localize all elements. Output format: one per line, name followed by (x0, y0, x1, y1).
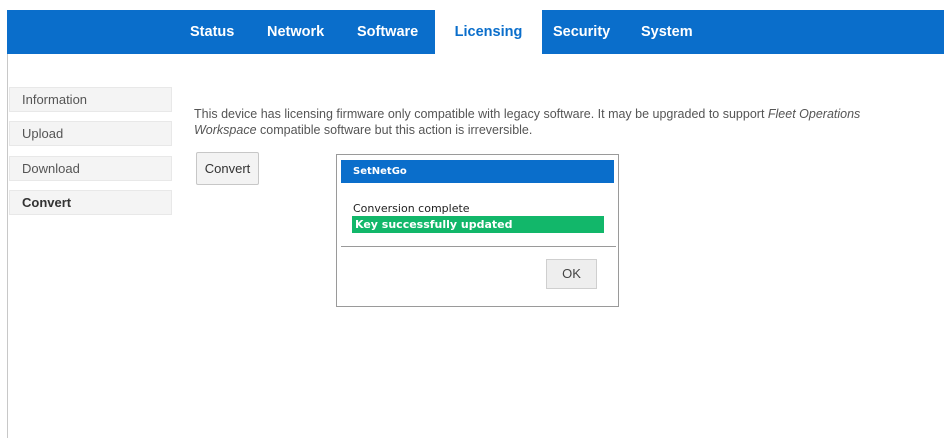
dialog-message: Conversion complete (353, 202, 470, 215)
tab-licensing[interactable]: Licensing (435, 10, 542, 54)
tab-security[interactable]: Security (553, 10, 610, 54)
dialog-status-banner: Key successfully updated (352, 216, 604, 233)
tab-system[interactable]: System (641, 10, 693, 54)
tab-status[interactable]: Status (190, 10, 234, 54)
tab-software[interactable]: Software (357, 10, 418, 54)
description-text-2: compatible software but this action is i… (256, 123, 533, 137)
sidebar-item-upload[interactable]: Upload (9, 121, 172, 146)
top-nav-bar: Status Network Software Licensing Securi… (7, 10, 944, 54)
dialog-title: SetNetGo (341, 160, 614, 183)
sidebar-item-convert[interactable]: Convert (9, 190, 172, 215)
tab-network[interactable]: Network (267, 10, 324, 54)
page-left-border (7, 10, 8, 438)
description-text-1: This device has licensing firmware only … (194, 107, 768, 121)
sidebar-item-download[interactable]: Download (9, 156, 172, 181)
ok-button[interactable]: OK (546, 259, 597, 289)
convert-description: This device has licensing firmware only … (194, 106, 914, 138)
sidebar-item-information[interactable]: Information (9, 87, 172, 112)
convert-button[interactable]: Convert (196, 152, 259, 185)
dialog-window: SetNetGo Conversion complete Key success… (336, 154, 619, 307)
dialog-divider (341, 246, 616, 247)
